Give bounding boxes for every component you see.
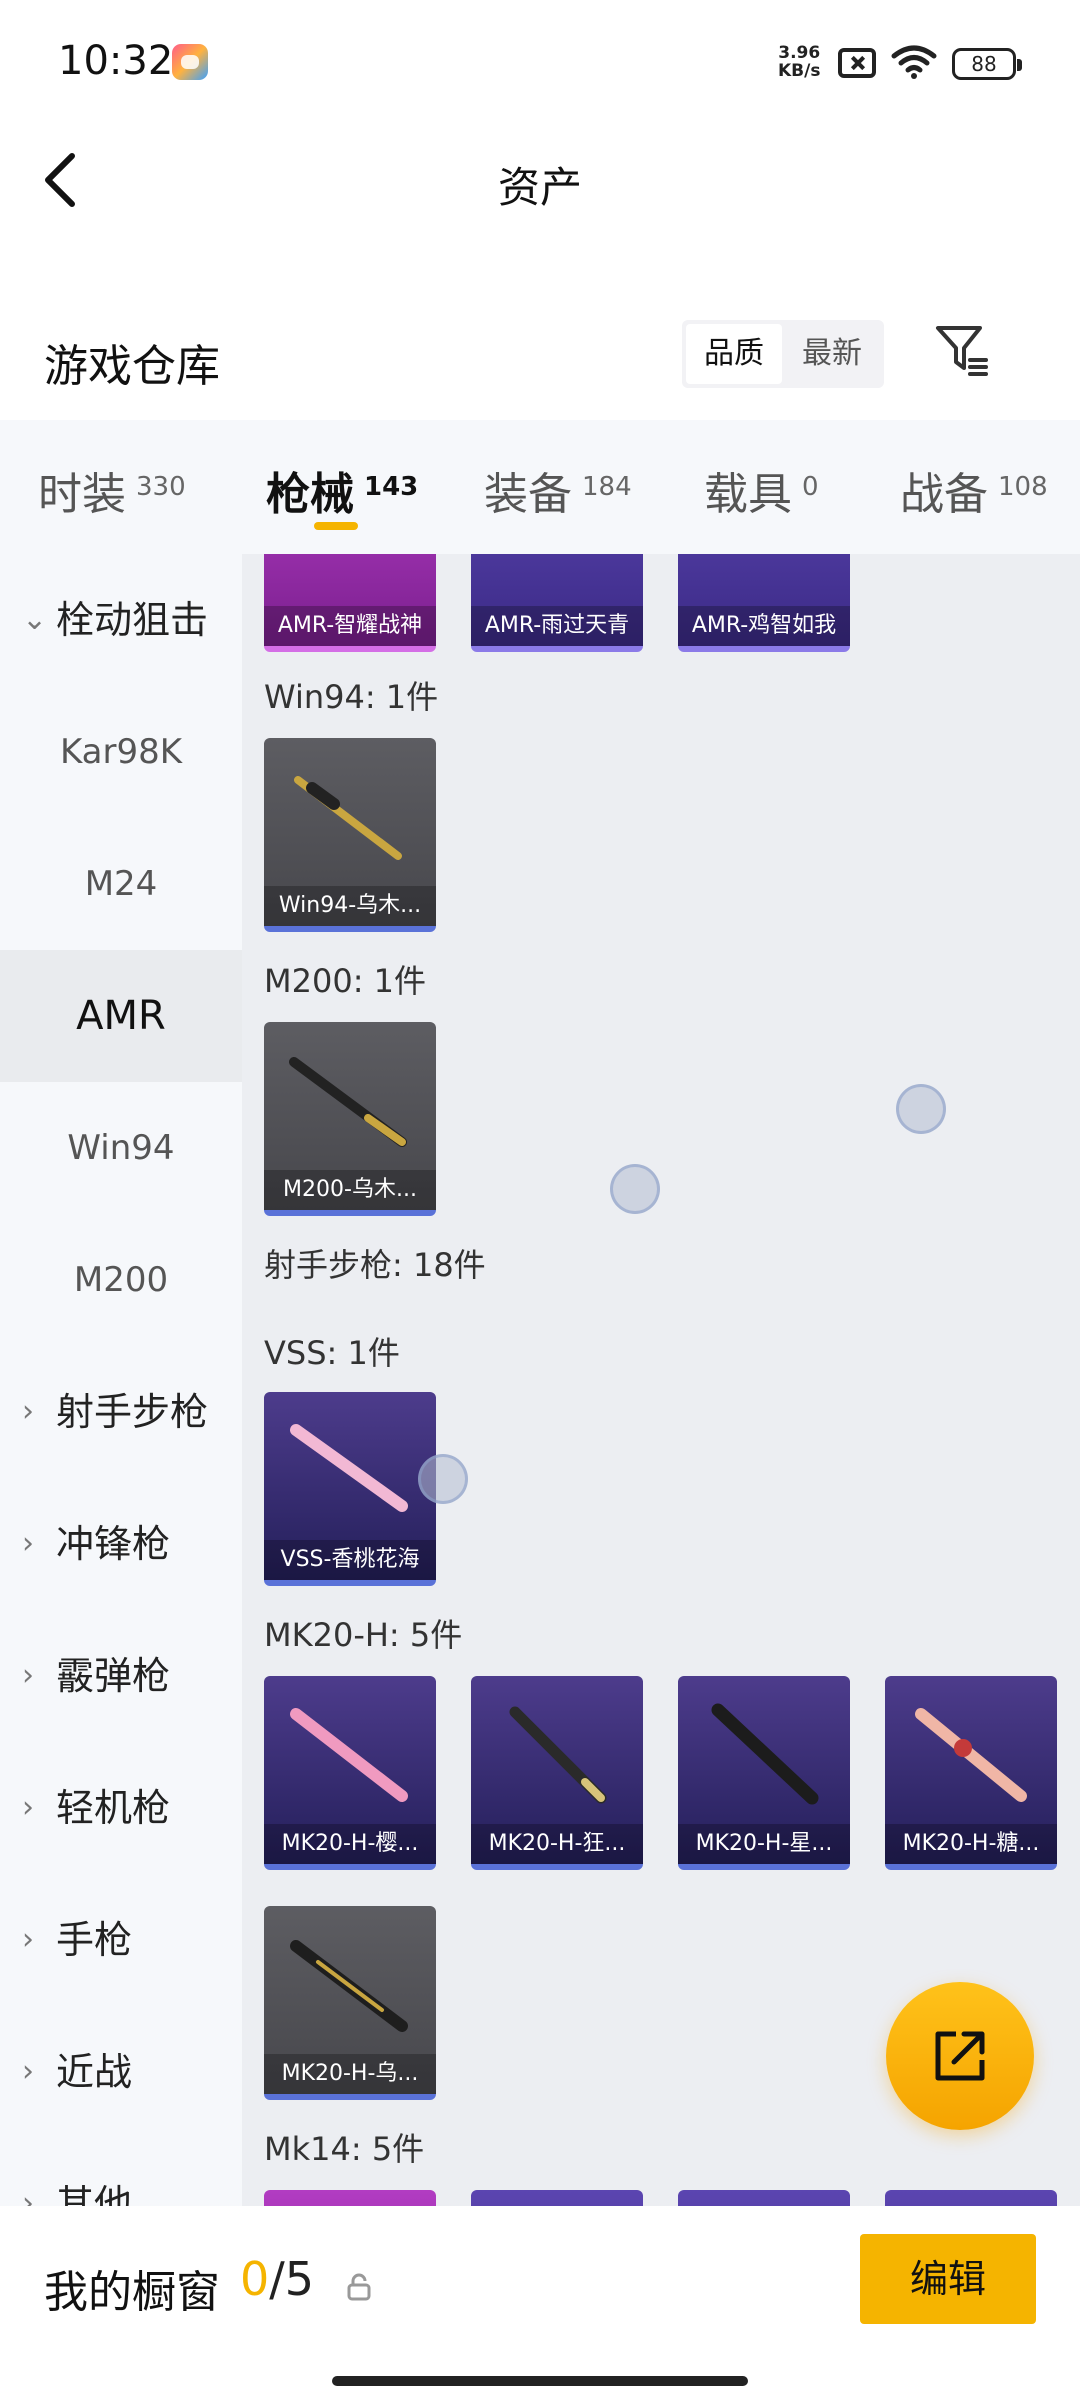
section-title-m200: M200: 1件 [264,962,427,1000]
showcase-label: 我的橱窗 [44,2267,220,2318]
sidebar-item-dmr[interactable]: › 射手步枪 [0,1346,242,1478]
no-sim-icon [838,48,876,78]
external-link-icon [935,2031,985,2081]
weapon-category-nav: ⌄ 栓动狙击 Kar98K M24 AMR Win94 M200 › 射手步枪 … [0,554,242,2206]
item-card[interactable] [264,2190,436,2206]
tab-gear[interactable]: 战备 108 [900,458,1048,522]
rifle-icon [711,1703,819,1805]
sidebar-item-m24[interactable]: M24 [0,818,242,950]
item-card[interactable]: MK20-H-乌... [264,1906,436,2100]
category-tabs: 时装 330 枪械 143 装备 184 载具 0 战备 108 [0,420,1080,554]
sidebar-item-other[interactable]: › 其他 [0,2138,242,2206]
rifle-icon [290,1940,408,2032]
item-card[interactable]: Win94-乌木... [264,738,436,932]
item-card[interactable]: MK20-H-星... [678,1676,850,1870]
rifle-icon [915,1708,1027,1802]
home-indicator[interactable] [332,2376,748,2386]
item-card[interactable]: MK20-H-糖... [885,1676,1057,1870]
rifle-icon [290,1424,408,1512]
item-card[interactable]: AMR-鸡智如我 [678,554,850,652]
status-bar: 10:32 3.96 KB/s 88 [0,0,1080,130]
chevron-right-icon: › [22,1790,34,1825]
tab-guns[interactable]: 枪械 143 [266,458,418,522]
clock: 10:32 [58,38,174,84]
rifle-icon [294,776,402,860]
chevron-down-icon: ⌄ [22,602,48,637]
sidebar-item-lmg[interactable]: › 轻机枪 [0,1742,242,1874]
sidebar-item-kar98k[interactable]: Kar98K [0,686,242,818]
sort-toggle: 品质 最新 [682,320,884,388]
warehouse-title: 游戏仓库 [44,341,220,392]
chevron-right-icon: › [22,2054,34,2089]
tab-outfits[interactable]: 时装 330 [38,458,186,522]
tab-equipment[interactable]: 装备 184 [484,458,632,522]
battery-indicator: 88 [952,48,1022,80]
lock-icon [347,2273,371,2301]
sidebar-item-melee[interactable]: › 近战 [0,2006,242,2138]
item-card[interactable]: AMR-智耀战神 [264,554,436,652]
section-title-vss: VSS: 1件 [264,1334,400,1372]
section-title-dmr: 射手步枪: 18件 [264,1246,486,1284]
tab-vehicles[interactable]: 载具 0 [704,458,819,522]
filter-icon[interactable] [934,322,990,378]
rifle-icon [509,1706,607,1804]
sidebar-item-win94[interactable]: Win94 [0,1082,242,1214]
sort-newest-option[interactable]: 最新 [784,324,880,384]
page-title: 资产 [497,163,582,212]
share-button[interactable] [886,1982,1034,2130]
sidebar-item-m200[interactable]: M200 [0,1214,242,1346]
item-card[interactable] [885,2190,1057,2206]
game-app-icon [172,44,208,80]
sidebar-item-shotgun[interactable]: › 霰弹枪 [0,1610,242,1742]
item-card[interactable] [471,2190,643,2206]
showcase-bar: 我的橱窗 0/5 编辑 [0,2206,1080,2400]
chevron-right-icon: › [22,1658,34,1693]
chevron-right-icon: › [22,1526,34,1561]
section-title-mk14: Mk14: 5件 [264,2130,425,2168]
chevron-right-icon: › [22,1394,34,1429]
chevron-right-icon: › [22,2186,34,2206]
sort-quality-option[interactable]: 品质 [686,324,782,384]
wifi-icon [891,45,937,79]
chevron-right-icon: › [22,1922,34,1957]
sidebar-item-pistol[interactable]: › 手枪 [0,1874,242,2006]
sidebar-item-bolt-action[interactable]: ⌄ 栓动狙击 [0,554,242,686]
item-card[interactable]: AMR-雨过天青 [471,554,643,652]
item-card[interactable]: MK20-H-狂... [471,1676,643,1870]
sidebar-item-amr[interactable]: AMR [0,950,242,1082]
section-title-win94: Win94: 1件 [264,678,439,716]
item-card[interactable] [678,2190,850,2206]
active-tab-indicator [314,522,358,530]
edit-button[interactable]: 编辑 [860,2234,1036,2324]
showcase-count: 0/5 [240,2252,315,2306]
touch-indicator [896,1084,946,1134]
item-card[interactable]: M200-乌木... [264,1022,436,1216]
sidebar-item-smg[interactable]: › 冲锋枪 [0,1478,242,1610]
touch-indicator [418,1454,468,1504]
rifle-icon [289,1057,407,1147]
rifle-icon [290,1708,408,1802]
item-grid: AMR-智耀战神 AMR-雨过天青 AMR-鸡智如我 Win94: 1件 Win… [242,554,1080,2206]
item-card[interactable]: VSS-香桃花海 [264,1392,436,1586]
network-speed: 3.96 KB/s [778,43,821,81]
section-title-mk20h: MK20-H: 5件 [264,1616,463,1654]
touch-indicator [610,1164,660,1214]
item-card[interactable]: MK20-H-樱... [264,1676,436,1870]
